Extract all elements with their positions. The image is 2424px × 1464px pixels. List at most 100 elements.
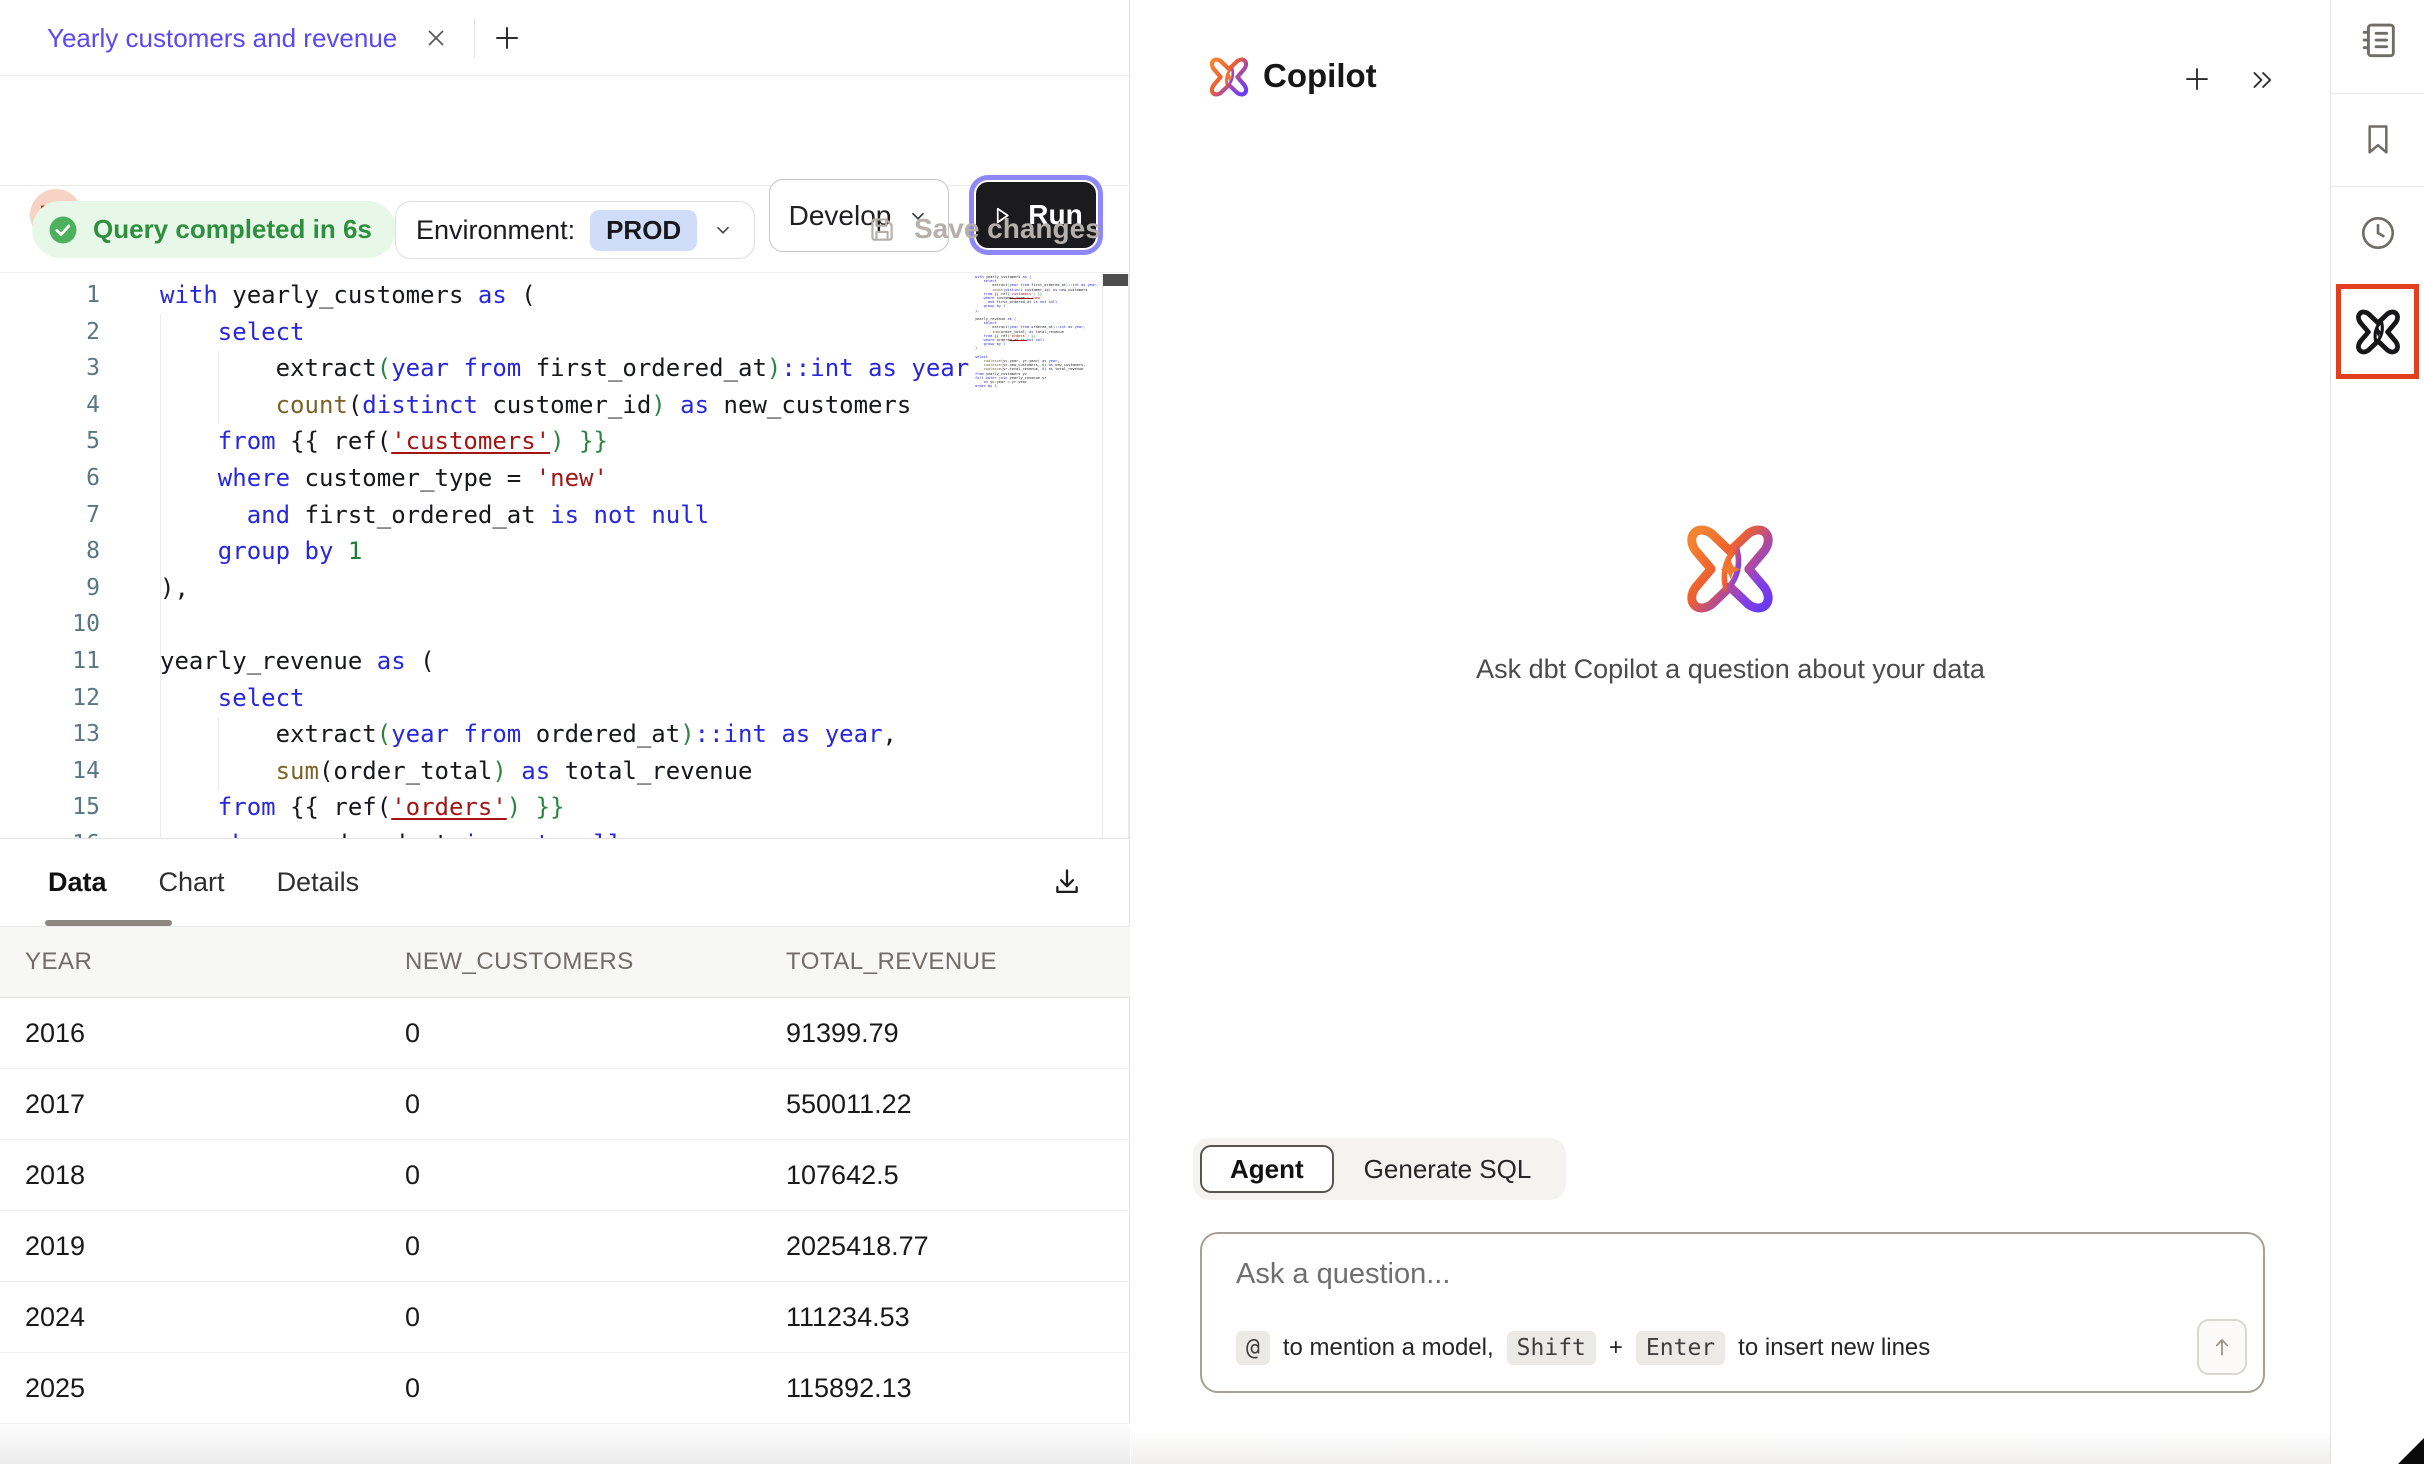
editor-scrollbar-thumb[interactable] bbox=[1103, 274, 1128, 286]
table-cell: 2017 bbox=[0, 1089, 380, 1120]
table-cell: 2019 bbox=[0, 1231, 380, 1262]
clock-icon bbox=[2357, 212, 2399, 254]
tab-yearly-customers-and-revenue[interactable]: Yearly customers and revenue bbox=[47, 0, 449, 76]
table-row: 20180107642.5 bbox=[0, 1140, 1130, 1211]
question-input[interactable]: Ask a question... @ to mention a model, … bbox=[1200, 1232, 2265, 1393]
line-number: 14 bbox=[0, 753, 100, 790]
sql-editor[interactable]: 12345678910111213141516 with yearly_cust… bbox=[0, 272, 1130, 839]
shift-key: Shift bbox=[1507, 1331, 1596, 1365]
copilot-rail-icon bbox=[2354, 308, 2402, 356]
tab-details[interactable]: Details bbox=[277, 867, 360, 898]
send-button[interactable] bbox=[2197, 1319, 2247, 1375]
environment-select[interactable]: Environment: PROD bbox=[395, 201, 755, 259]
table-row: 2016091399.79 bbox=[0, 998, 1130, 1069]
column-header: TOTAL_REVENUE bbox=[761, 948, 1130, 976]
line-number: 12 bbox=[0, 680, 100, 717]
table-cell: 0 bbox=[380, 1018, 761, 1049]
rail-item-bookmarks[interactable] bbox=[2331, 119, 2424, 159]
query-status-badge: Query completed in 6s bbox=[32, 201, 396, 258]
tab-divider bbox=[474, 18, 475, 58]
code-line: with yearly_customers as ( bbox=[160, 277, 972, 314]
code-line: where customer_type = 'new' bbox=[160, 460, 972, 497]
save-changes-button[interactable]: Save changes bbox=[866, 198, 1101, 260]
table-cell: 2018 bbox=[0, 1160, 380, 1191]
arrow-up-icon bbox=[2209, 1334, 2235, 1360]
code-line: select bbox=[160, 314, 972, 351]
download-icon[interactable] bbox=[1050, 865, 1084, 899]
table-cell: 2016 bbox=[0, 1018, 380, 1049]
bottom-fade bbox=[1131, 1430, 2330, 1464]
line-number: 7 bbox=[0, 497, 100, 534]
line-number: 8 bbox=[0, 533, 100, 570]
table-cell: 0 bbox=[380, 1089, 761, 1120]
save-icon bbox=[866, 213, 898, 245]
rail-item-catalog[interactable] bbox=[2331, 17, 2424, 63]
enter-key: Enter bbox=[1636, 1331, 1725, 1365]
query-panel: Yearly customers and revenue BL Your sav… bbox=[0, 0, 1130, 1464]
table-row: 201902025418.77 bbox=[0, 1211, 1130, 1282]
scrollbar-lane bbox=[1102, 273, 1103, 839]
code-line: ), bbox=[160, 570, 972, 607]
copilot-panel: Copilot Ask dbt Copilot a question about… bbox=[1131, 0, 2330, 1464]
table-cell: 107642.5 bbox=[761, 1160, 1130, 1191]
tab-data[interactable]: Data bbox=[48, 867, 107, 898]
mode-agent[interactable]: Agent bbox=[1200, 1145, 1334, 1193]
table-cell: 91399.79 bbox=[761, 1018, 1130, 1049]
newlines-text: to insert new lines bbox=[1738, 1334, 1930, 1362]
tab-label: Yearly customers and revenue bbox=[47, 23, 397, 54]
line-number: 13 bbox=[0, 716, 100, 753]
table-cell: 550011.22 bbox=[761, 1089, 1130, 1120]
new-tab-plus-icon[interactable] bbox=[492, 23, 522, 53]
copilot-empty-text: Ask dbt Copilot a question about your da… bbox=[1131, 654, 2330, 685]
copilot-title: Copilot bbox=[1263, 57, 1377, 95]
bookmark-icon bbox=[2358, 119, 2398, 159]
environment-value-badge: PROD bbox=[590, 210, 697, 251]
query-status-text: Query completed in 6s bbox=[93, 214, 372, 245]
mode-generate-sql[interactable]: Generate SQL bbox=[1336, 1145, 1560, 1193]
tab-close-icon[interactable] bbox=[423, 25, 449, 51]
results-panel: Data Chart Details YEARNEW_CUSTOMERSTOTAL_… bbox=[0, 839, 1130, 1464]
table-cell: 2024 bbox=[0, 1302, 380, 1333]
table-cell: 2025418.77 bbox=[761, 1231, 1130, 1262]
code-line: from {{ ref('customers') }} bbox=[160, 423, 972, 460]
table-cell: 111234.53 bbox=[761, 1302, 1130, 1333]
line-number: 2 bbox=[0, 314, 100, 351]
line-number: 3 bbox=[0, 350, 100, 387]
right-rail bbox=[2330, 0, 2424, 1464]
table-cell: 0 bbox=[380, 1302, 761, 1333]
table-footer bbox=[0, 1424, 1130, 1464]
table-row: 20170550011.22 bbox=[0, 1069, 1130, 1140]
editor-minimap[interactable]: with yearly_customers as ( select extrac… bbox=[975, 275, 1101, 388]
code-line: from {{ ref('orders') }} bbox=[160, 789, 972, 826]
rail-item-copilot[interactable] bbox=[2336, 284, 2419, 379]
mention-text: to mention a model, bbox=[1283, 1334, 1494, 1362]
at-key: @ bbox=[1236, 1331, 1270, 1365]
results-tabs: Data Chart Details bbox=[48, 839, 359, 926]
code-line: where ordered_at is not null bbox=[160, 826, 972, 839]
table-row: 20240111234.53 bbox=[0, 1282, 1130, 1353]
line-number: 10 bbox=[0, 606, 100, 643]
copilot-empty-logo bbox=[1683, 522, 1777, 616]
plus-text: + bbox=[1609, 1334, 1623, 1362]
line-number: 1 bbox=[0, 277, 100, 314]
table-cell: 0 bbox=[380, 1373, 761, 1404]
new-chat-plus-icon[interactable] bbox=[2182, 64, 2212, 94]
app-root: Yearly customers and revenue BL Your sav… bbox=[0, 0, 2424, 1464]
table-row: 20250115892.13 bbox=[0, 1353, 1130, 1424]
code-line: group by 1 bbox=[160, 533, 972, 570]
line-number: 5 bbox=[0, 423, 100, 460]
table-cell: 0 bbox=[380, 1231, 761, 1262]
line-number: 11 bbox=[0, 643, 100, 680]
rail-item-history[interactable] bbox=[2331, 212, 2424, 254]
double-chevron-right-icon[interactable] bbox=[2248, 66, 2276, 94]
code-line: select bbox=[160, 680, 972, 717]
notebook-icon bbox=[2355, 17, 2401, 63]
rail-divider bbox=[2331, 93, 2424, 94]
tab-chart[interactable]: Chart bbox=[159, 867, 225, 898]
line-number: 6 bbox=[0, 460, 100, 497]
code-line: sum(order_total) as total_revenue bbox=[160, 753, 972, 790]
tab-bar: Yearly customers and revenue bbox=[0, 0, 1129, 76]
minimap-line: order by 1 bbox=[975, 384, 1101, 388]
mention-hint: @ to mention a model, Shift + Enter to i… bbox=[1236, 1331, 1930, 1365]
table-header: YEARNEW_CUSTOMERSTOTAL_REVENUE bbox=[0, 926, 1130, 998]
